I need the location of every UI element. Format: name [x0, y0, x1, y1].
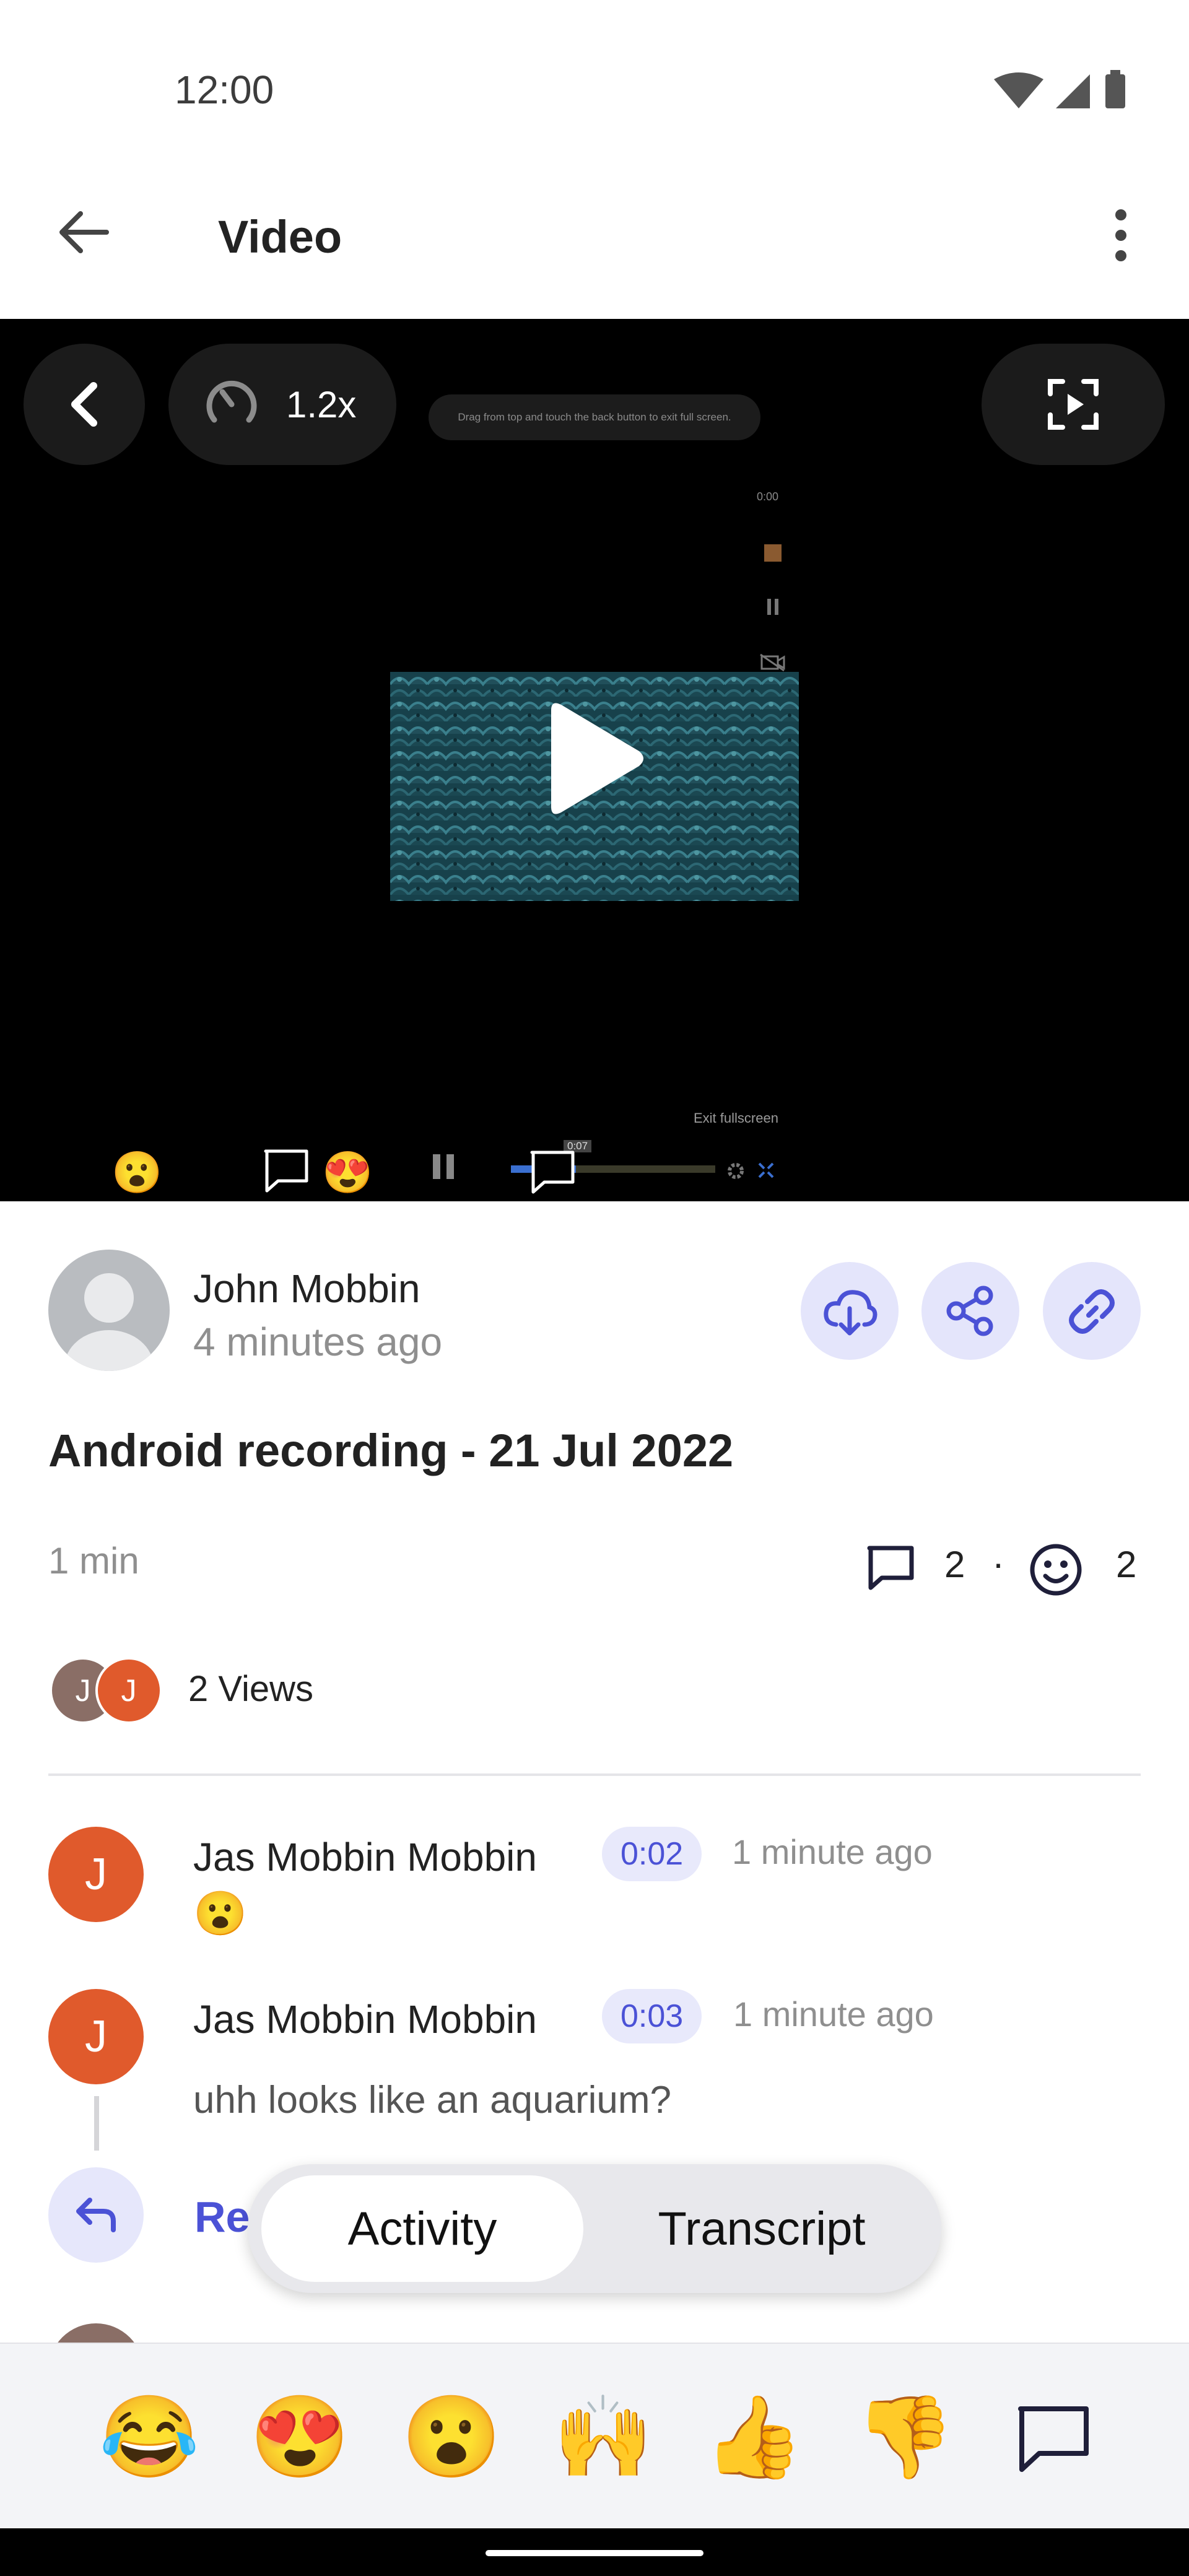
- playback-speed-button[interactable]: 1.2x: [168, 344, 396, 465]
- tab-activity[interactable]: Activity: [261, 2175, 583, 2282]
- comment-avatar[interactable]: J: [48, 1827, 144, 1922]
- views-count[interactable]: 2 Views: [188, 1668, 313, 1710]
- fullscreen-hint: Drag from top and touch the back button …: [429, 394, 760, 440]
- copy-link-button[interactable]: [1043, 1262, 1141, 1360]
- settings-small-icon[interactable]: [726, 1161, 746, 1181]
- share-button[interactable]: [921, 1262, 1019, 1360]
- exit-fullscreen-label: Exit fullscreen: [694, 1110, 778, 1126]
- status-time: 12:00: [175, 67, 274, 112]
- reply-label[interactable]: Re: [194, 2192, 250, 2242]
- stop-icon[interactable]: [764, 544, 782, 562]
- comment-author: Jas Mobbin Mobbin: [193, 1997, 537, 2042]
- app-bar: [0, 173, 1189, 319]
- reaction-heart-eyes[interactable]: 😍: [250, 2390, 350, 2483]
- pause-small-icon[interactable]: [765, 598, 780, 616]
- comment-count: 2: [944, 1544, 965, 1585]
- author-name: John Mobbin: [193, 1266, 420, 1311]
- comment-timestamp-chip[interactable]: 0:02: [602, 1827, 702, 1881]
- reply-button[interactable]: [48, 2167, 144, 2263]
- reaction-joy[interactable]: 😂: [99, 2390, 199, 2483]
- cloud-download-icon: [824, 1290, 878, 1336]
- thread-line: [94, 2096, 99, 2151]
- reaction-wow[interactable]: 😮: [401, 2390, 502, 2483]
- reaction-thumbs-up[interactable]: 👍: [703, 2390, 804, 2483]
- posted-time: 4 minutes ago: [193, 1320, 443, 1364]
- comment-avatar[interactable]: J: [48, 1989, 144, 2084]
- comment-body: uhh looks like an aquarium?: [193, 2079, 672, 2121]
- share-icon: [946, 1286, 993, 1336]
- chevron-left-icon: [71, 382, 97, 427]
- collapse-small-icon[interactable]: [757, 1161, 775, 1180]
- video-title: Android recording - 21 Jul 2022: [48, 1425, 734, 1476]
- recording-timer: 0:00: [757, 490, 779, 503]
- comment-body: 😮: [193, 1889, 248, 1938]
- reaction-raised-hands[interactable]: 🙌: [553, 2390, 653, 2483]
- play-icon[interactable]: [539, 697, 650, 820]
- tab-switcher: Activity Transcript: [248, 2164, 941, 2293]
- comment-timestamp-chip[interactable]: 0:03: [602, 1989, 702, 2043]
- tab-transcript[interactable]: Transcript: [594, 2175, 929, 2282]
- speed-label: 1.2x: [286, 383, 357, 425]
- camera-off-icon[interactable]: [759, 653, 786, 672]
- back-arrow-icon[interactable]: [56, 207, 111, 257]
- meta-separator: ·: [992, 1543, 1004, 1584]
- pause-icon[interactable]: [430, 1152, 458, 1183]
- download-button[interactable]: [801, 1262, 899, 1360]
- reply-arrow-icon: [76, 2198, 116, 2232]
- reaction-thumbs-down[interactable]: 👎: [855, 2390, 955, 2483]
- battery-icon: [1105, 74, 1125, 108]
- add-comment-icon[interactable]: [1016, 2404, 1092, 2476]
- speed-gauge-icon: [206, 380, 257, 423]
- link-icon: [1069, 1289, 1115, 1334]
- author-avatar[interactable]: [48, 1250, 170, 1371]
- reaction-bar: 😂 😍 😮 🙌 👍 👎: [0, 2343, 1189, 2530]
- video-back-button[interactable]: [24, 344, 145, 465]
- home-gesture-handle[interactable]: [486, 2550, 703, 2556]
- comment-time-ago: 1 minute ago: [733, 1995, 934, 2034]
- comment-icon[interactable]: [866, 1544, 917, 1593]
- status-icons: [994, 70, 1125, 108]
- comment-marker-icon[interactable]: [262, 1147, 311, 1194]
- person-icon: [64, 1273, 154, 1371]
- divider: [48, 1773, 1141, 1776]
- reaction-smiley-icon[interactable]: [1028, 1542, 1084, 1598]
- video-duration: 1 min: [48, 1540, 139, 1582]
- marker-emoji-heart-eyes: 😍: [322, 1149, 373, 1195]
- more-options-icon[interactable]: [1108, 207, 1133, 263]
- reaction-count: 2: [1116, 1544, 1137, 1585]
- page-title: Video: [218, 211, 342, 263]
- fullscreen-button[interactable]: [982, 344, 1165, 465]
- comment-marker-icon-2[interactable]: [528, 1149, 578, 1196]
- fullscreen-play-icon: [1048, 379, 1099, 430]
- signal-icon: [1056, 74, 1090, 108]
- marker-emoji-wow: 😮: [111, 1149, 163, 1195]
- video-player[interactable]: 1.2x Drag from top and touch the back bu…: [0, 319, 1189, 1201]
- comment-author: Jas Mobbin Mobbin: [193, 1835, 537, 1879]
- wifi-icon: [994, 72, 1043, 108]
- comment-time-ago: 1 minute ago: [732, 1832, 933, 1871]
- viewer-avatar-2: J: [95, 1657, 162, 1724]
